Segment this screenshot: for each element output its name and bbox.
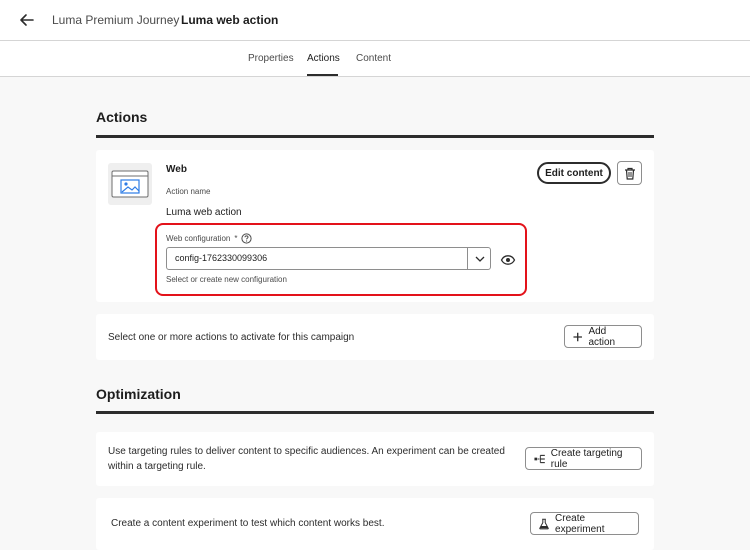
action-name-label: Action name	[166, 187, 211, 196]
tab-properties[interactable]: Properties	[248, 53, 294, 64]
create-experiment-label: Create experiment	[555, 512, 605, 535]
optimization-section-divider	[96, 411, 654, 414]
trash-icon	[624, 167, 635, 180]
web-configuration-label: Web configuration *	[166, 233, 253, 244]
plus-icon	[573, 332, 582, 341]
actions-section-divider	[96, 135, 654, 138]
web-configuration-value: config-1762330099306	[175, 253, 268, 263]
experiment-description: Create a content experiment to test whic…	[111, 518, 385, 529]
eye-icon[interactable]	[500, 253, 516, 265]
create-experiment-button[interactable]: Create experiment	[530, 512, 639, 535]
targeting-rule-icon	[534, 454, 545, 463]
experiment-card: Create a content experiment to test whic…	[96, 498, 654, 550]
actions-section-title: Actions	[96, 109, 148, 125]
active-tab-indicator	[307, 74, 338, 76]
chevron-down-icon[interactable]	[468, 248, 491, 269]
optimization-section-title: Optimization	[96, 386, 181, 402]
tab-actions[interactable]: Actions	[307, 53, 340, 64]
breadcrumb-separator: ›	[169, 12, 173, 26]
edit-content-button[interactable]: Edit content	[537, 162, 611, 184]
beaker-icon	[539, 518, 549, 529]
question-circle-icon[interactable]	[241, 233, 253, 244]
add-action-label: Add action	[588, 325, 616, 348]
add-action-description: Select one or more actions to activate f…	[108, 332, 355, 343]
breadcrumb-parent[interactable]: Luma Premium Journey	[52, 13, 179, 27]
action-type-label: Web	[166, 164, 187, 175]
required-marker: *	[234, 234, 238, 243]
edit-content-label: Edit content	[545, 167, 603, 179]
create-targeting-rule-button[interactable]: Create targeting rule	[525, 447, 642, 470]
web-page-icon	[108, 163, 152, 205]
top-bar: Luma Premium Journey › Luma web action	[0, 0, 750, 41]
breadcrumb-current: Luma web action	[181, 13, 279, 27]
add-action-card: Select one or more actions to activate f…	[96, 314, 654, 360]
delete-action-button[interactable]	[617, 161, 642, 185]
targeting-rule-description: Use targeting rules to deliver content t…	[108, 446, 505, 472]
create-targeting-rule-label: Create targeting rule	[550, 447, 623, 470]
targeting-rule-card: Use targeting rules to deliver content t…	[96, 432, 654, 486]
web-configuration-label-text: Web configuration	[166, 234, 231, 243]
web-configuration-select[interactable]: config-1762330099306	[166, 247, 491, 270]
tab-bar: Properties Actions Content	[0, 41, 750, 77]
web-configuration-help-text: Select or create new configuration	[166, 275, 287, 284]
tab-content[interactable]: Content	[356, 53, 391, 64]
action-name-value: Luma web action	[166, 207, 242, 218]
add-action-button[interactable]: Add action	[564, 325, 642, 348]
arrow-left-icon[interactable]	[17, 10, 37, 30]
